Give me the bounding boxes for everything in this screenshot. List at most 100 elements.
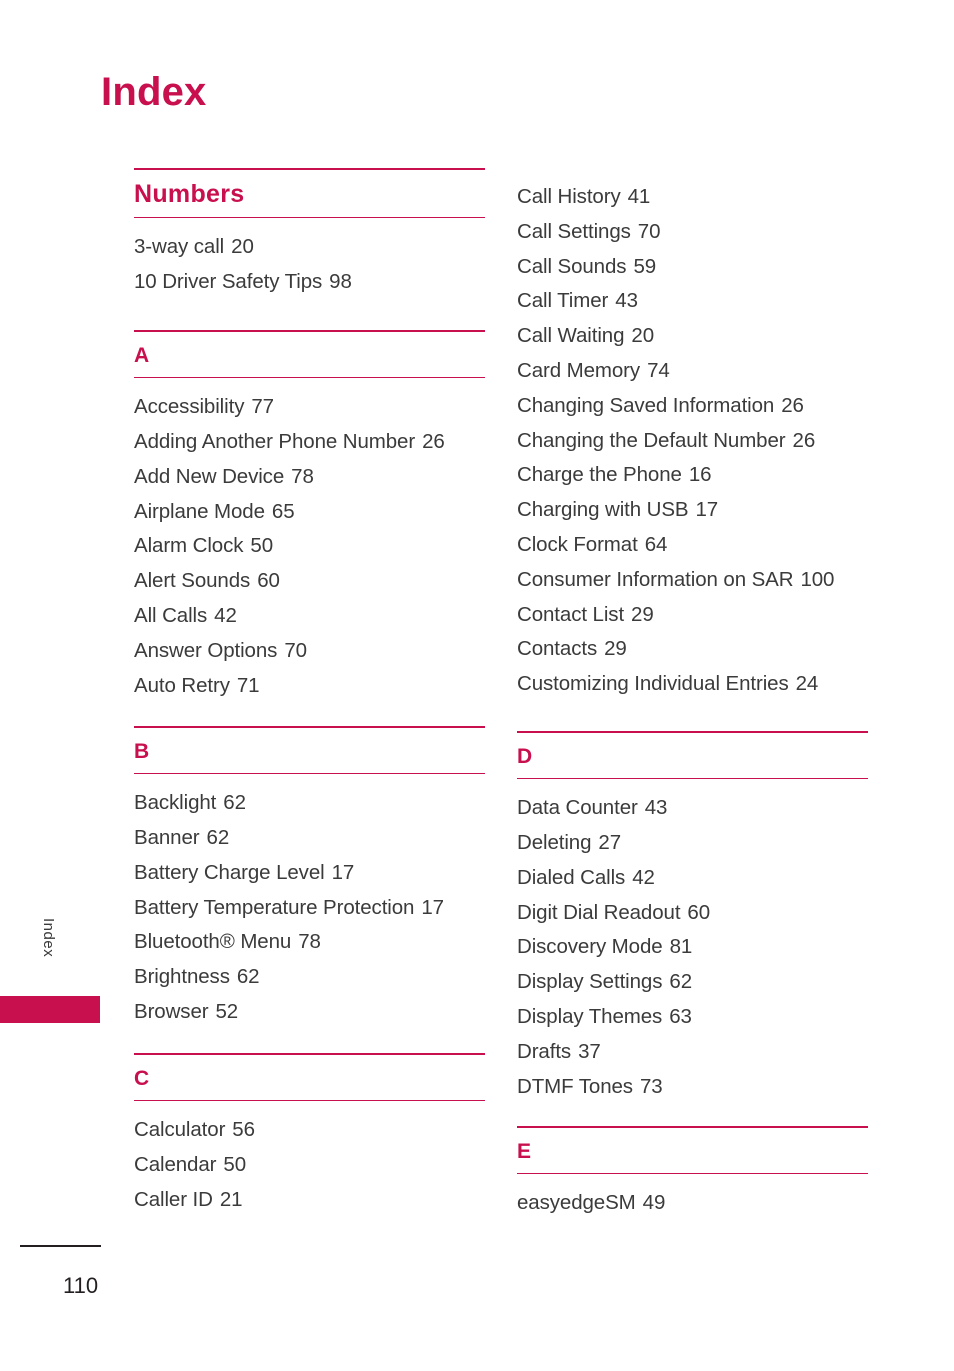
index-entry[interactable]: Add New Device 78: [134, 460, 485, 495]
index-entry[interactable]: Drafts 37: [517, 1035, 868, 1070]
index-entry-page: 42: [214, 603, 237, 627]
index-entry-term: Auto Retry: [134, 673, 230, 697]
index-entry-page: 29: [631, 602, 654, 626]
index-entry-page: 42: [632, 865, 655, 889]
index-entry[interactable]: Discovery Mode 81: [517, 930, 868, 965]
index-entry[interactable]: Alarm Clock 50: [134, 529, 485, 564]
index-entry-term: Caller ID: [134, 1187, 213, 1211]
index-entry-term: Airplane Mode: [134, 499, 265, 523]
index-entry[interactable]: Changing Saved Information 26: [517, 389, 868, 424]
index-entry-term: Backlight: [134, 791, 217, 815]
index-entry-list: easyedgeSM 49: [517, 1174, 868, 1221]
index-entry-page: 26: [792, 428, 816, 452]
index-entry[interactable]: easyedgeSM 49: [517, 1186, 868, 1221]
index-entry[interactable]: Browser 52: [134, 995, 485, 1030]
index-entry[interactable]: 3-way call 20: [134, 230, 485, 265]
index-entry-term: Adding Another Phone Number: [134, 429, 416, 453]
index-entry-page: 43: [644, 796, 668, 820]
index-section: EeasyedgeSM 49: [517, 1126, 868, 1221]
index-entry-term: All Calls: [134, 603, 208, 627]
index-entry-page: 81: [669, 935, 693, 959]
index-entry-list: 3-way call 20 10 Driver Safety Tips 98: [134, 218, 485, 300]
index-entry[interactable]: Brightness 62: [134, 960, 485, 995]
index-entry[interactable]: Airplane Mode 65: [134, 495, 485, 530]
index-entry-page: 77: [251, 395, 274, 419]
index-entry[interactable]: All Calls 42: [134, 599, 485, 634]
index-entry-page: 24: [795, 672, 819, 696]
index-entry-term: DTMF Tones: [517, 1074, 633, 1098]
index-section: Numbers 3-way call 20 10 Driver Safety Tips…: [134, 168, 485, 300]
index-entry-page: 59: [633, 254, 657, 278]
index-entry[interactable]: Contacts 29: [517, 632, 868, 667]
index-entry-page: 41: [627, 185, 651, 208]
index-entry-term: Data Counter: [517, 796, 638, 820]
index-entry[interactable]: Card Memory 74: [517, 354, 868, 389]
index-entry[interactable]: Charging with USB 17: [517, 493, 868, 528]
index-entry[interactable]: Call Settings 70: [517, 215, 868, 250]
index-entry-page: 73: [639, 1074, 663, 1098]
index-entry-term: Brightness: [134, 965, 230, 989]
index-entry-term: Clock Format: [517, 532, 638, 556]
index-entry-term: Drafts: [517, 1039, 572, 1063]
index-entry-term: Discovery Mode: [517, 935, 663, 959]
index-entry[interactable]: Caller ID 21: [134, 1183, 485, 1218]
index-entry[interactable]: Customizing Individual Entries 24: [517, 667, 868, 702]
index-entry[interactable]: Call Timer 43: [517, 284, 868, 319]
index-entry-page: 20: [231, 235, 254, 259]
index-entry[interactable]: Dialed Calls 42: [517, 861, 868, 896]
index-entry-term: Customizing Individual Entries: [517, 672, 789, 696]
index-entry-page: 17: [331, 860, 355, 884]
index-entry[interactable]: Charge the Phone 16: [517, 458, 868, 493]
index-entry-term: Display Themes: [517, 1004, 663, 1028]
index-entry[interactable]: Bluetooth® Menu 78: [134, 925, 485, 960]
index-entry[interactable]: Changing the Default Number 26: [517, 424, 868, 459]
index-entry[interactable]: Banner 62: [134, 821, 485, 856]
index-entry-page: 70: [284, 638, 307, 662]
index-entry[interactable]: Deleting 27: [517, 826, 868, 861]
index-entry[interactable]: Calendar 50: [134, 1148, 485, 1183]
index-entry[interactable]: Call History 41: [517, 180, 868, 215]
index-entry-page: 98: [329, 269, 352, 293]
index-entry-page: 62: [236, 965, 260, 989]
index-entry[interactable]: Battery Temperature Protection 17: [134, 891, 485, 926]
index-entry[interactable]: Accessibility 77: [134, 390, 485, 425]
index-entry[interactable]: Digit Dial Readout 60: [517, 896, 868, 931]
index-entry[interactable]: Battery Charge Level 17: [134, 856, 485, 891]
index-entry-page: 21: [219, 1187, 243, 1211]
index-entry[interactable]: Display Settings 62: [517, 965, 868, 1000]
index-entry-page: 50: [223, 1152, 247, 1176]
index-entry-page: 71: [236, 673, 260, 697]
index-entry[interactable]: 10 Driver Safety Tips 98: [134, 265, 485, 300]
index-entry[interactable]: Call Sounds 59: [517, 250, 868, 285]
index-entry[interactable]: Contact List 29: [517, 598, 868, 633]
index-entry-term: Alarm Clock: [134, 534, 244, 558]
index-entry-page: 26: [422, 429, 445, 453]
index-entry-page: 27: [598, 830, 622, 854]
index-entry-page: 43: [615, 289, 638, 313]
index-entry-term: Changing the Default Number: [517, 428, 786, 452]
index-entry[interactable]: Adding Another Phone Number 26: [134, 425, 485, 460]
index-entry-page: 26: [781, 393, 804, 417]
index-entry[interactable]: Auto Retry 71: [134, 669, 485, 704]
index-entry[interactable]: Alert Sounds 60: [134, 564, 485, 599]
index-entry[interactable]: Backlight 62: [134, 786, 485, 821]
index-entry-page: 17: [421, 895, 444, 919]
index-entry[interactable]: DTMF Tones 73: [517, 1070, 868, 1105]
index-entry[interactable]: Call Waiting 20: [517, 319, 868, 354]
index-entry-list: Backlight 62 Banner 62 Battery Charge Level 1…: [134, 774, 485, 1030]
index-entry-page: 16: [688, 463, 712, 487]
index-entry[interactable]: Answer Options 70: [134, 634, 485, 669]
index-entry-term: 3-way call: [134, 235, 225, 259]
index-entry[interactable]: Calculator 56: [134, 1113, 485, 1148]
index-entry-term: Add New Device: [134, 464, 285, 488]
index-entry-term: Calendar: [134, 1152, 217, 1176]
index-section: A Accessibility 77 Adding Another Phone Num…: [134, 330, 485, 703]
index-entry[interactable]: Data Counter 43: [517, 791, 868, 826]
index-entry-page: 78: [298, 930, 321, 954]
index-entry[interactable]: Consumer Information on SAR 100: [517, 563, 868, 598]
index-entry[interactable]: Clock Format 64: [517, 528, 868, 563]
index-entry[interactable]: Display Themes 63: [517, 1000, 868, 1035]
index-entry-page: 64: [644, 532, 668, 556]
index-entry-page: 78: [291, 464, 314, 488]
index-entry-term: Browser: [134, 999, 209, 1023]
